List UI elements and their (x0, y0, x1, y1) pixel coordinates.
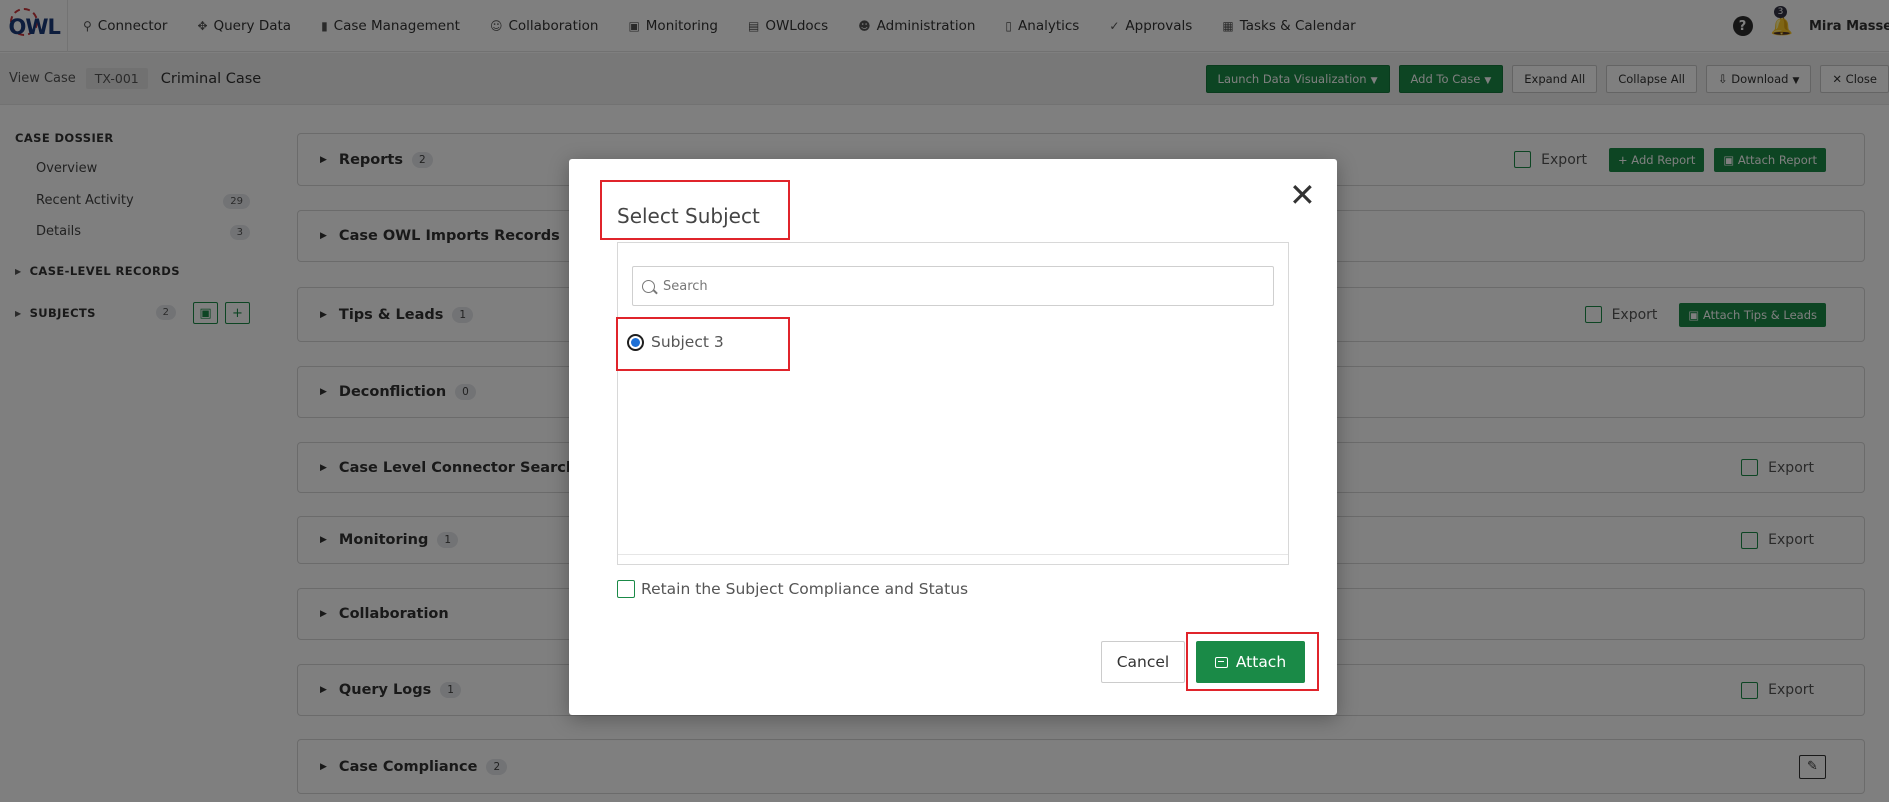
retain-checkbox[interactable] (617, 580, 635, 598)
retain-label: Retain the Subject Compliance and Status (641, 580, 969, 598)
subject-list-box: Subject 3 (617, 242, 1289, 565)
subject-list[interactable]: Subject 3 (618, 243, 1288, 555)
retain-option[interactable]: Retain the Subject Compliance and Status (617, 580, 968, 598)
highlight-box-attach (1186, 632, 1319, 691)
search-field[interactable] (632, 266, 1274, 306)
cancel-button[interactable]: Cancel (1101, 641, 1185, 683)
highlight-box-title (600, 180, 790, 240)
close-icon[interactable]: ✕ (1289, 179, 1316, 211)
search-input[interactable] (663, 278, 1263, 294)
search-icon (642, 279, 655, 293)
highlight-box-subject-option (616, 317, 790, 371)
